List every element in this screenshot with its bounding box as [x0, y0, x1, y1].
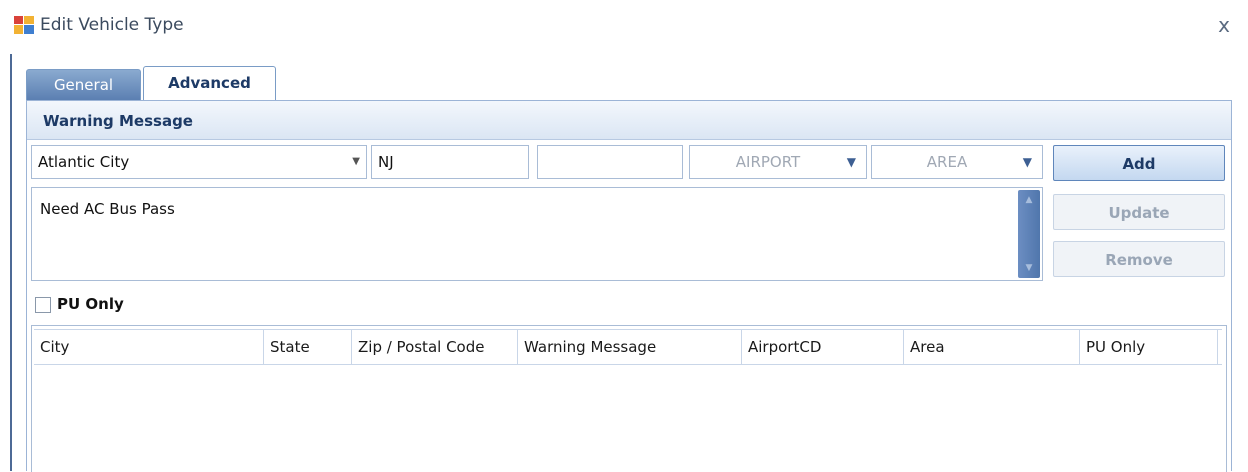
- warning-message-value: Need AC Bus Pass: [40, 200, 175, 218]
- window-app-icon: [14, 16, 34, 34]
- group-title: Warning Message: [43, 112, 193, 130]
- chevron-down-icon[interactable]: ▼: [847, 146, 856, 178]
- tab-advanced[interactable]: Advanced: [143, 66, 276, 101]
- city-value: Atlantic City: [38, 153, 130, 171]
- city-combobox[interactable]: Atlantic City ▼: [31, 145, 367, 179]
- state-value: NJ: [378, 153, 394, 171]
- airport-placeholder: AIRPORT: [735, 153, 801, 171]
- close-icon[interactable]: x: [1212, 14, 1236, 36]
- add-button[interactable]: Add: [1053, 145, 1225, 181]
- window-title: Edit Vehicle Type: [40, 15, 184, 35]
- column-header-warning-message[interactable]: Warning Message: [518, 330, 742, 364]
- warning-messages-grid: City State Zip / Postal Code Warning Mes…: [31, 325, 1227, 472]
- update-button[interactable]: Update: [1053, 194, 1225, 230]
- zip-field[interactable]: [537, 145, 683, 179]
- pu-only-label[interactable]: PU Only: [57, 295, 124, 313]
- warning-message-textarea[interactable]: Need AC Bus Pass ▲ ▼: [31, 187, 1043, 281]
- area-dropdown[interactable]: AREA ▼: [871, 145, 1043, 179]
- column-header-area[interactable]: Area: [904, 330, 1080, 364]
- column-header-city[interactable]: City: [34, 330, 264, 364]
- area-placeholder: AREA: [926, 153, 968, 171]
- column-header-zip[interactable]: Zip / Postal Code: [352, 330, 518, 364]
- pu-only-checkbox[interactable]: [35, 297, 51, 313]
- edit-vehicle-type-window: Edit Vehicle Type x General Advanced War…: [0, 0, 1248, 472]
- airport-dropdown[interactable]: AIRPORT ▼: [689, 145, 867, 179]
- column-header-airportcd[interactable]: AirportCD: [742, 330, 904, 364]
- title-bar: Edit Vehicle Type x: [0, 0, 1248, 54]
- grid-header-row: City State Zip / Postal Code Warning Mes…: [34, 329, 1222, 365]
- warning-message-group-header: Warning Message: [27, 101, 1231, 140]
- column-header-pu-only[interactable]: PU Only: [1080, 330, 1218, 364]
- column-header-state[interactable]: State: [264, 330, 352, 364]
- state-field[interactable]: NJ: [371, 145, 529, 179]
- remove-button[interactable]: Remove: [1053, 241, 1225, 277]
- chevron-down-icon[interactable]: ▼: [1023, 146, 1032, 178]
- memo-scrollbar[interactable]: ▲ ▼: [1018, 190, 1040, 278]
- scroll-down-icon[interactable]: ▼: [1018, 260, 1040, 276]
- advanced-tab-panel: Warning Message Atlantic City ▼ NJ AIRPO…: [26, 100, 1232, 472]
- tab-general[interactable]: General: [26, 69, 141, 100]
- window-left-border: [10, 54, 12, 471]
- chevron-down-icon[interactable]: ▼: [352, 146, 360, 178]
- scroll-up-icon[interactable]: ▲: [1018, 192, 1040, 208]
